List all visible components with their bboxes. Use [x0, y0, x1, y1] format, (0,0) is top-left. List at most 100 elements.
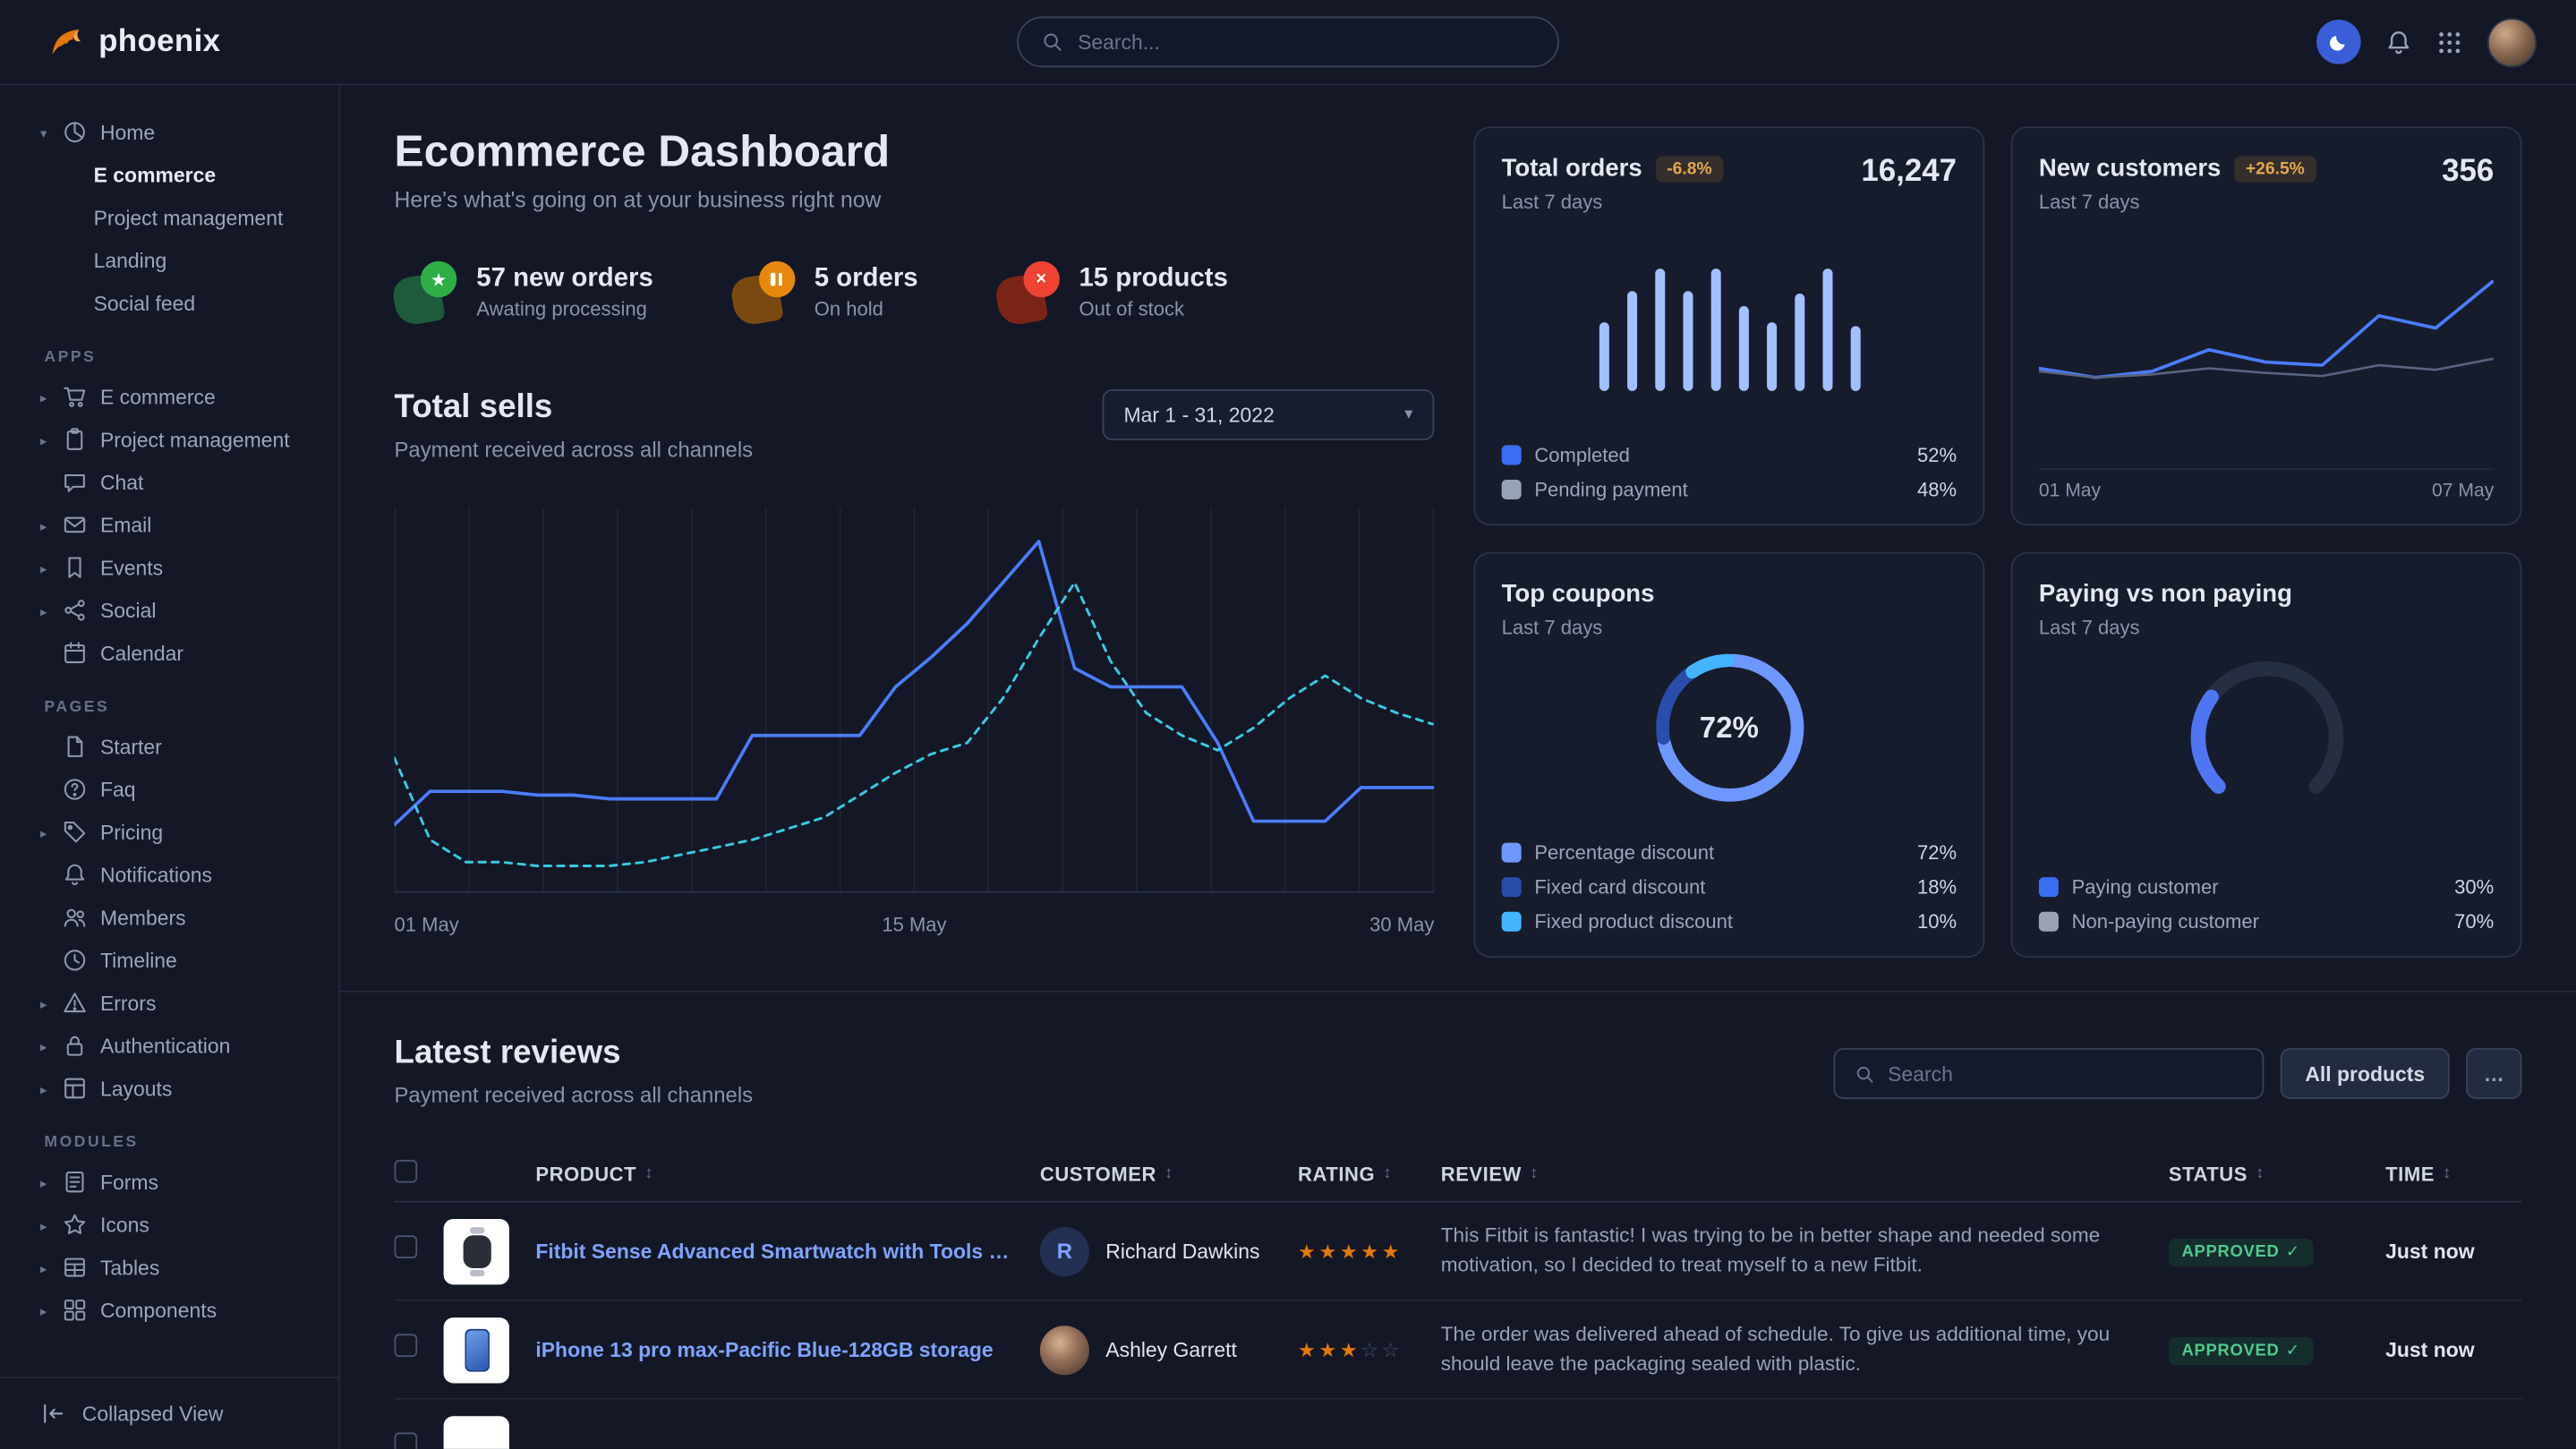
legend-value: 70% [2454, 910, 2494, 933]
dashboard-cards: Total orders -6.8% Last 7 days 16,247 Co… [1473, 126, 2521, 958]
row-checkbox[interactable] [395, 1235, 418, 1258]
search-icon [1855, 1063, 1874, 1083]
sidebar-item-label: Authentication [100, 1035, 230, 1058]
caret-right-icon: ▸ [36, 825, 51, 840]
total-orders-card: Total orders -6.8% Last 7 days 16,247 Co… [1473, 126, 1984, 525]
sidebar-item-forms[interactable]: ▸Forms [0, 1162, 338, 1205]
star-icon: ★ [395, 261, 457, 324]
sidebar-item-label: Timeline [100, 950, 177, 973]
reviews-search-input[interactable] [1888, 1062, 2242, 1086]
sidebar-item-social[interactable]: ▸Social [0, 590, 338, 633]
bell-icon [2385, 29, 2411, 55]
sidebar-item-starter[interactable]: Starter [0, 726, 338, 769]
date-range-select[interactable]: Mar 1 - 31, 2022 ▾ [1103, 389, 1435, 440]
total-orders-legend: Completed52%Pending payment48% [1502, 444, 1957, 501]
cross-icon: × [997, 261, 1060, 324]
card-title: Paying vs non paying [2039, 580, 2292, 608]
sidebar-subitem-project-management[interactable]: Project management [0, 197, 338, 240]
legend-item: Fixed card discount18% [1502, 875, 1957, 899]
components-icon [63, 1298, 89, 1324]
column-header-review[interactable]: REVIEW↕ [1441, 1163, 2169, 1186]
sidebar-item-label: Events [100, 557, 163, 580]
sidebar-item-icons[interactable]: ▸Icons [0, 1204, 338, 1247]
sort-icon: ↕ [1383, 1164, 1392, 1182]
paying-vs-nonpaying-card: Paying vs non paying Last 7 days Paying … [2011, 552, 2522, 958]
sidebar-children: E commerceProject managementLandingSocia… [0, 155, 338, 326]
sidebar-item-chat[interactable]: Chat [0, 462, 338, 505]
reviews-search[interactable] [1834, 1048, 2265, 1099]
all-products-button[interactable]: All products [2281, 1048, 2450, 1099]
sidebar-item-events[interactable]: ▸ Events [0, 547, 338, 590]
product-link[interactable]: Fitbit Sense Advanced Smartwatch with To… [535, 1240, 1010, 1263]
legend-item: Completed52% [1502, 444, 1957, 467]
global-search[interactable] [1017, 16, 1559, 67]
column-header-customer[interactable]: CUSTOMER↕ [1040, 1163, 1298, 1186]
sidebar-item-layouts[interactable]: ▸Layouts [0, 1068, 338, 1111]
stat-caption: Awating processing [476, 297, 653, 320]
row-checkbox[interactable] [395, 1433, 418, 1449]
sidebar-item-errors[interactable]: ▸Errors [0, 983, 338, 1026]
sidebar-item-pricing[interactable]: ▸Pricing [0, 812, 338, 855]
product-link[interactable]: iPhone 13 pro max-Pacific Blue-128GB sto… [535, 1338, 993, 1361]
x-label: 01 May [2039, 482, 2101, 501]
stat-products-out-of-stock: ×15 productsOut of stock [997, 261, 1228, 324]
stat-value: 15 products [1079, 265, 1227, 294]
caret-right-icon: ▸ [36, 390, 51, 405]
legend-value: 48% [1917, 478, 1957, 501]
trend-badge: -6.8% [1655, 155, 1723, 181]
sidebar-item-authentication[interactable]: ▸Authentication [0, 1025, 338, 1068]
chart-pie-icon [63, 120, 89, 146]
apps-grid-button[interactable] [2436, 29, 2462, 55]
user-avatar[interactable] [2487, 17, 2537, 66]
collapse-sidebar-button[interactable]: Collapsed View [0, 1377, 338, 1449]
sidebar-item-project-management[interactable]: ▸Project management [0, 419, 338, 462]
sidebar-item-timeline[interactable]: Timeline [0, 940, 338, 983]
sidebar-subitem-landing[interactable]: Landing [0, 240, 338, 283]
caret-right-icon: ▸ [36, 561, 51, 576]
brand-name: phoenix [98, 24, 220, 60]
calendar-icon [63, 641, 89, 667]
rating-stars: ★★★★★ [1298, 1240, 1403, 1263]
total-sells-chart-area: 01 May 15 May 30 May [395, 498, 1435, 936]
dark-mode-toggle[interactable] [2316, 20, 2361, 64]
sidebar-item-email[interactable]: ▸Email [0, 504, 338, 547]
sidebar-subitem-social-feed[interactable]: Social feed [0, 283, 338, 326]
legend-swatch [1502, 843, 1522, 863]
sidebar-item-e-commerce[interactable]: ▸E commerce [0, 376, 338, 419]
more-options-button[interactable]: … [2466, 1048, 2521, 1099]
clipboard-icon [63, 427, 89, 453]
sidebar-subitem-e-commerce[interactable]: E commerce [0, 155, 338, 198]
select-all-checkbox[interactable] [395, 1160, 418, 1183]
column-header-time[interactable]: TIME↕ [2385, 1163, 2521, 1186]
sidebar-item-tables[interactable]: ▸Tables [0, 1247, 338, 1290]
sidebar-item-notifications[interactable]: Notifications [0, 854, 338, 897]
review-time: Just now [2385, 1240, 2521, 1263]
total-orders-value: 16,247 [1861, 155, 1957, 191]
column-header-product[interactable]: PRODUCT↕ [444, 1163, 1040, 1186]
total-sells-subtitle: Payment received across all channels [395, 437, 754, 462]
sidebar-item-members[interactable]: Members [0, 897, 338, 940]
row-checkbox[interactable] [395, 1334, 418, 1357]
check-icon: ✓ [2286, 1243, 2300, 1261]
column-header-status[interactable]: STATUS↕ [2169, 1163, 2385, 1186]
sidebar-item-home[interactable]: ▾Home [0, 112, 338, 155]
sidebar-section-label: MODULES [0, 1111, 338, 1162]
paying-legend: Paying customer30%Non-paying customer70% [2039, 875, 2494, 933]
new-customers-chart [2039, 247, 2494, 431]
caret-right-icon: ▸ [36, 1261, 51, 1276]
sort-icon: ↕ [644, 1164, 653, 1182]
sidebar-item-calendar[interactable]: Calendar [0, 633, 338, 676]
column-header-rating[interactable]: RATING↕ [1298, 1163, 1441, 1186]
sidebar-item-components[interactable]: ▸Components [0, 1290, 338, 1333]
legend-value: 72% [1917, 841, 1957, 865]
x-label: 15 May [882, 914, 946, 937]
navbar-actions [2316, 17, 2537, 66]
lock-icon [63, 1034, 89, 1060]
card-period: Last 7 days [1502, 616, 1655, 639]
sidebar-item-faq[interactable]: Faq [0, 769, 338, 812]
collapse-icon [41, 1401, 67, 1427]
phoenix-logo[interactable]: phoenix [46, 22, 220, 62]
notifications-button[interactable] [2385, 29, 2411, 55]
app-window: phoenix [0, 0, 2576, 1449]
global-search-input[interactable] [1078, 30, 1534, 54]
